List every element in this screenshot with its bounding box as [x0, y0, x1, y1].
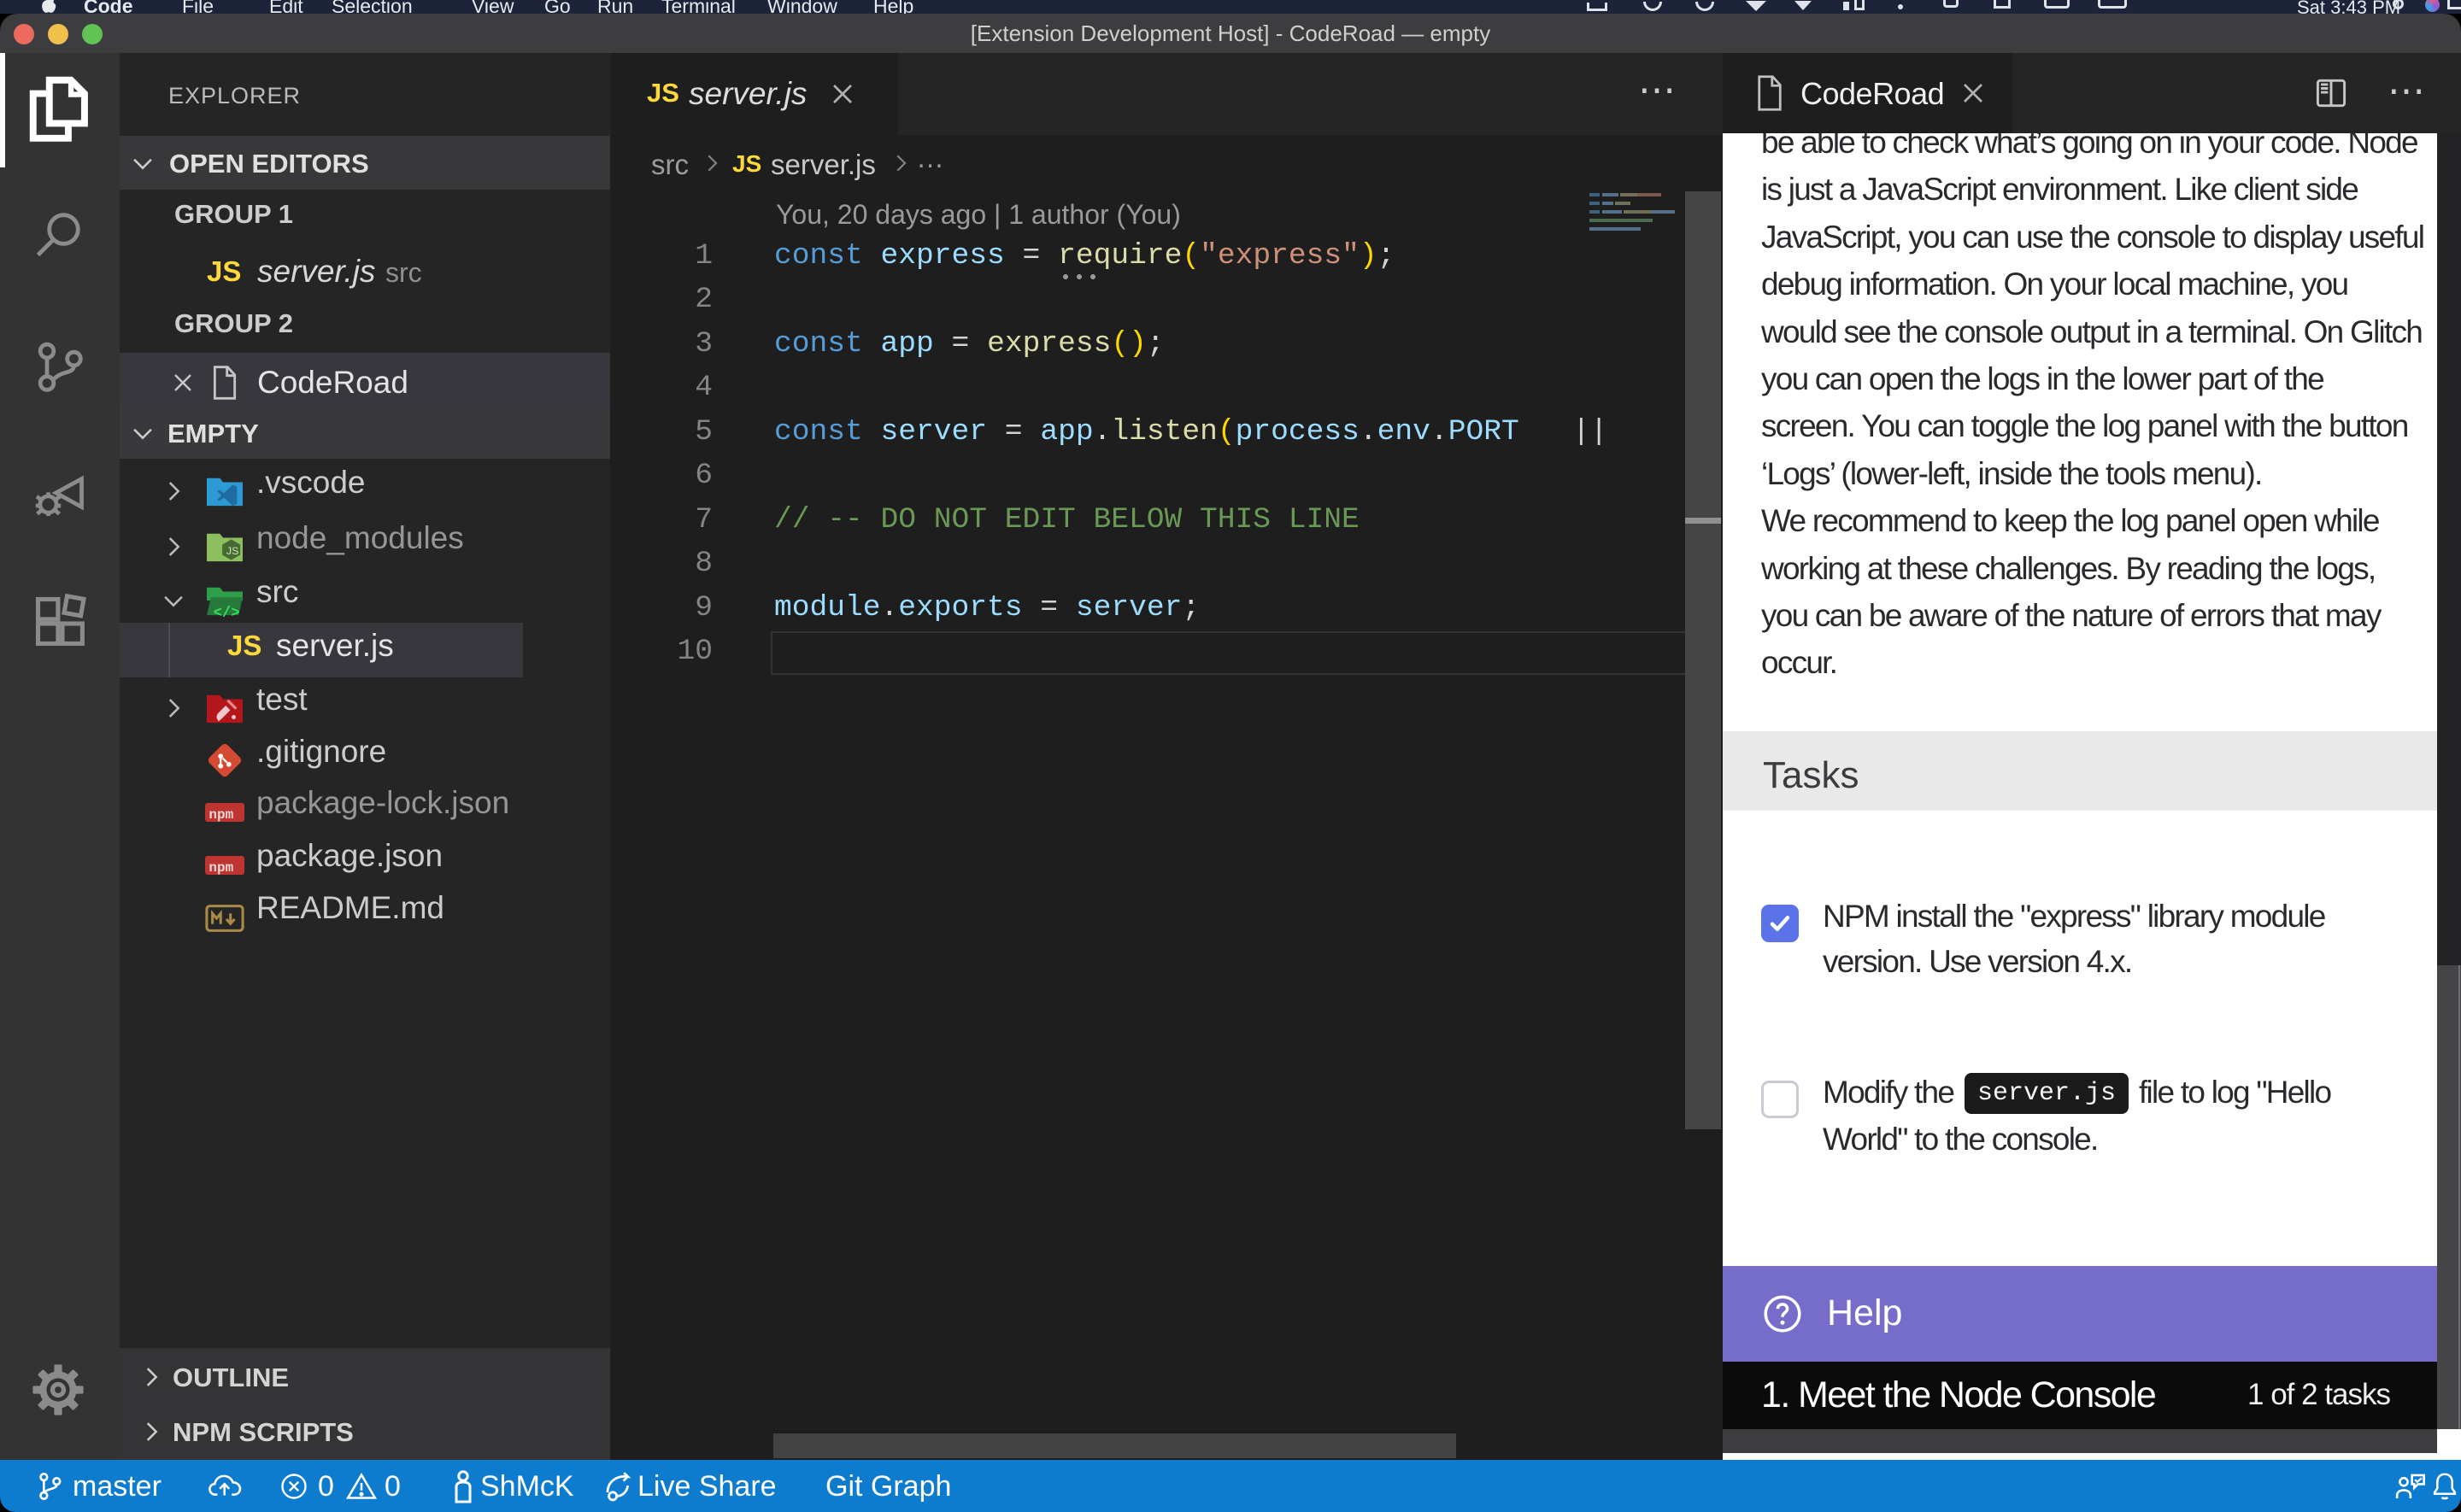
svg-text:npm: npm [209, 807, 233, 823]
svg-text:</>: </> [214, 606, 240, 618]
svg-text:npm: npm [209, 860, 233, 876]
svg-text:JS: JS [226, 545, 238, 557]
